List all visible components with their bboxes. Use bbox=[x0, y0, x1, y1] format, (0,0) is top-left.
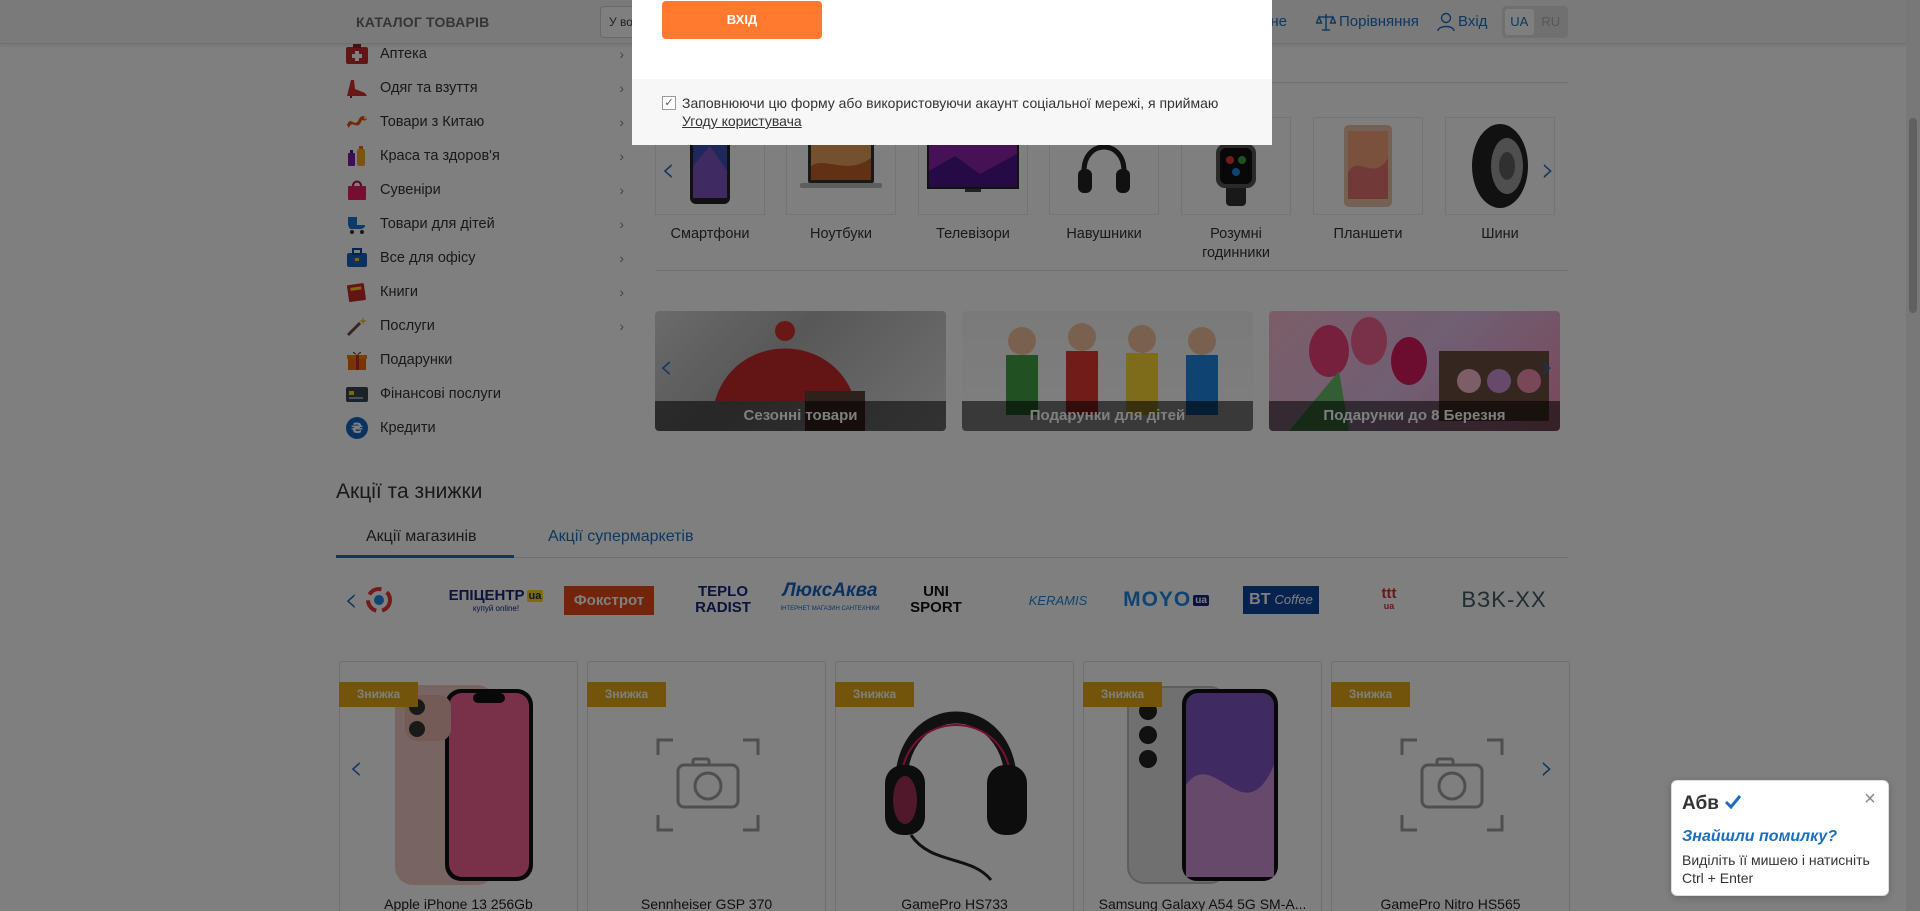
consent-checkbox[interactable]: ✓ bbox=[662, 96, 676, 110]
checkmark-icon bbox=[1725, 795, 1742, 810]
login-modal: ВХІД ✓ Заповнюючи цю форму або використо… bbox=[632, 0, 1272, 145]
widget-logo: Абв bbox=[1682, 793, 1742, 815]
error-report-widget: Абв × Знайшли помилку? Виділіть її мишею… bbox=[1671, 780, 1889, 896]
close-icon[interactable]: × bbox=[1860, 789, 1880, 809]
widget-text: Виділіть її мишею і натисніть Ctrl + Ent… bbox=[1682, 852, 1870, 886]
widget-title: Знайшли помилку? bbox=[1682, 828, 1838, 845]
login-submit-button[interactable]: ВХІД bbox=[662, 1, 822, 39]
user-agreement-link[interactable]: Угоду користувача bbox=[682, 113, 802, 129]
modal-footer: ✓ Заповнюючи цю форму або використовуючи… bbox=[632, 79, 1272, 145]
consent-text: Заповнюючи цю форму або використовуючи а… bbox=[682, 95, 1219, 129]
